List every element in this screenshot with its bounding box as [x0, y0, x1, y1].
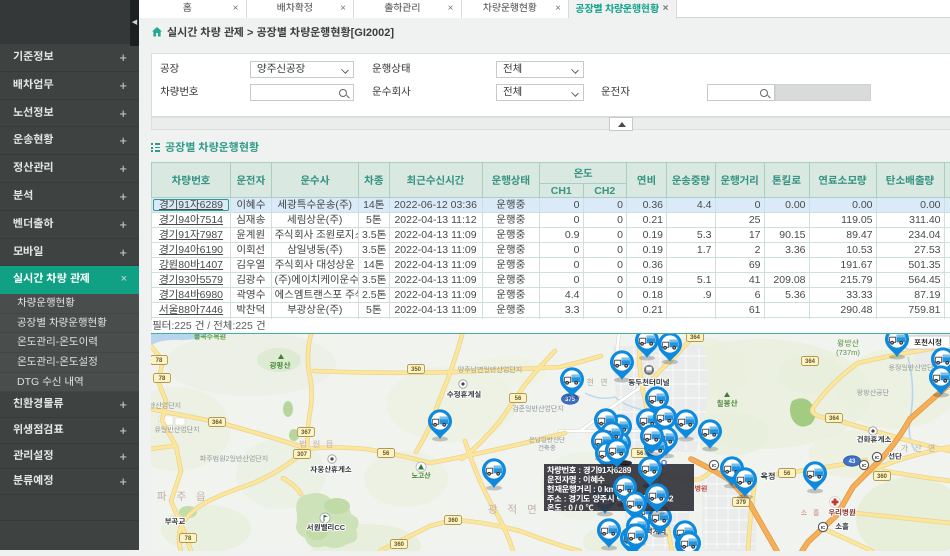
svg-text:건화휴게소: 건화휴게소 [857, 435, 892, 444]
svg-text:가 산 면: 가 산 면 [901, 444, 938, 453]
svg-text:56: 56 [784, 471, 791, 477]
svg-text:364: 364 [212, 420, 223, 426]
svg-text:온도 : 0 / 0 ℃: 온도 : 0 / 0 ℃ [547, 504, 594, 513]
svg-text:우리병원: 우리병원 [828, 508, 856, 517]
svg-text:43: 43 [849, 459, 856, 465]
svg-text:364: 364 [805, 359, 816, 365]
svg-text:왕방산공단: 왕방산공단 [856, 389, 889, 397]
svg-text:350: 350 [411, 367, 422, 373]
svg-text:옥정: 옥정 [761, 472, 776, 481]
svg-text:IC: IC [712, 463, 717, 468]
svg-text:56: 56 [383, 451, 390, 457]
svg-text:IC: IC [862, 463, 867, 468]
svg-text:법 원 읍: 법 원 읍 [299, 439, 335, 449]
svg-text:은남일반산단: 은남일반산단 [529, 436, 565, 444]
svg-text:360: 360 [877, 474, 888, 480]
svg-text:포천시청: 포천시청 [914, 338, 942, 347]
svg-text:반산업단지: 반산업단지 [151, 402, 181, 410]
svg-text:(737m): (737m) [836, 348, 860, 357]
svg-text:파주법원2일반산업단지: 파주법원2일반산업단지 [200, 454, 268, 463]
svg-text:파 주 읍: 파 주 읍 [157, 491, 209, 503]
svg-text:56: 56 [515, 396, 522, 402]
svg-text:자웅산휴게소: 자웅산휴게소 [310, 465, 351, 474]
svg-text:IC: IC [821, 525, 826, 530]
svg-text:서원밸리CC: 서원밸리CC [307, 523, 346, 532]
svg-text:용정일반산업단: 용정일반산업단 [888, 364, 933, 372]
svg-text:379: 379 [736, 500, 747, 506]
svg-text:소흘: 소흘 [835, 522, 849, 531]
svg-text:광 적 면: 광 적 면 [488, 504, 540, 516]
svg-text:78: 78 [159, 376, 166, 382]
svg-text:IC: IC [875, 455, 880, 460]
svg-text:동두천터미널: 동두천터미널 [628, 378, 669, 387]
svg-text:유일반산업단지: 유일반산업단지 [154, 426, 199, 434]
svg-text:왕방산: 왕방산 [837, 339, 860, 348]
svg-text:78: 78 [156, 358, 163, 364]
svg-text:광평산: 광평산 [270, 361, 291, 370]
svg-text:수정휴게실: 수정휴게실 [447, 390, 482, 399]
svg-text:칠봉산: 칠봉산 [717, 399, 738, 408]
svg-text:360: 360 [448, 518, 459, 524]
svg-text:양주남면일반산업단지: 양주남면일반산업단지 [458, 365, 522, 374]
svg-text:현재운행거리 : 0 km: 현재운행거리 : 0 km [547, 485, 616, 494]
svg-text:56: 56 [637, 451, 644, 457]
svg-text:운전자명 : 이혜수: 운전자명 : 이혜수 [547, 476, 606, 485]
svg-text:검준일반산업단지: 검준일반산업단지 [512, 405, 564, 413]
svg-text:불곡수목원: 불곡수목원 [194, 334, 226, 341]
svg-text:78: 78 [185, 536, 192, 542]
svg-text:364: 364 [829, 416, 840, 422]
svg-text:부곡교: 부곡교 [165, 517, 186, 526]
svg-text:367: 367 [301, 430, 312, 436]
svg-text:선단: 선단 [888, 452, 903, 461]
svg-text:건축중: 건축중 [538, 444, 557, 452]
svg-text:364: 364 [690, 335, 701, 341]
svg-text:현 면: 현 면 [587, 378, 610, 387]
svg-text:307: 307 [297, 452, 308, 458]
svg-text:병원: 병원 [695, 485, 708, 493]
svg-text:소 흘: 소 흘 [801, 508, 822, 517]
svg-text:360: 360 [394, 542, 405, 548]
svg-text:노고산: 노고산 [411, 472, 431, 480]
